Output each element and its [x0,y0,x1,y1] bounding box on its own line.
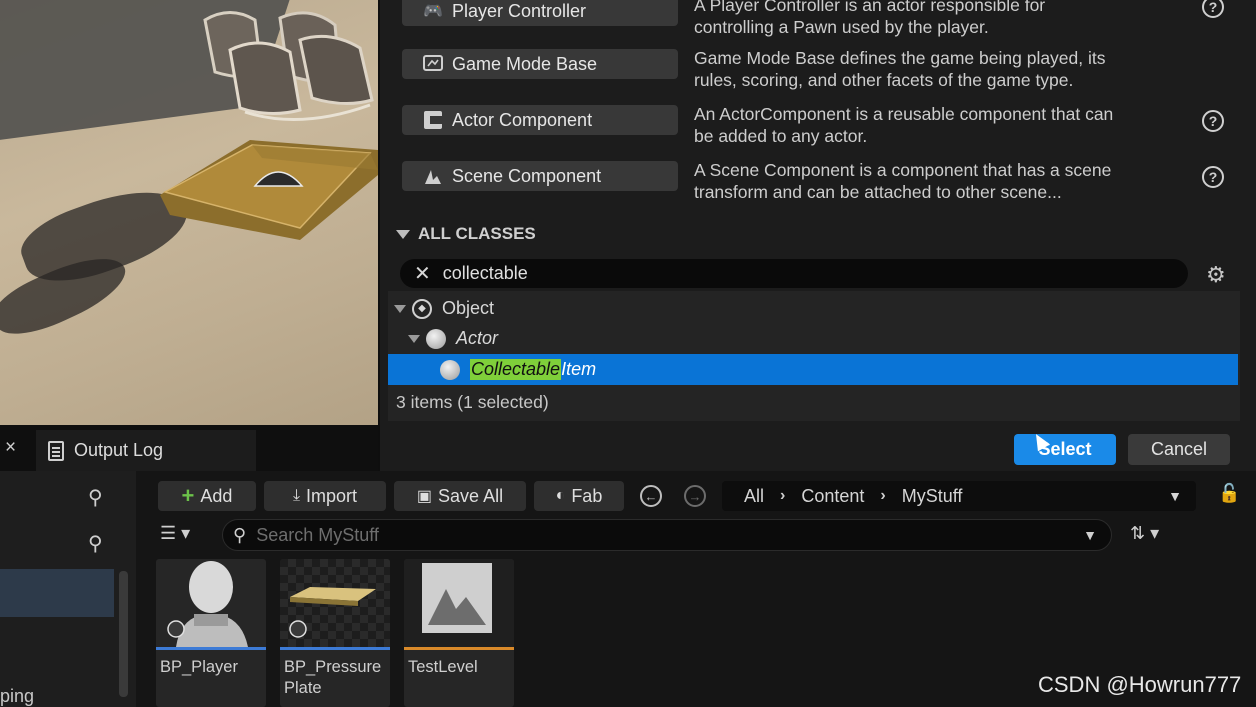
search-placeholder: Search MyStuff [256,524,379,545]
scene-component-icon [422,167,444,185]
clear-search-icon[interactable]: ✕ [414,261,431,286]
breadcrumb-item[interactable]: All [744,486,764,507]
component-icon [422,111,444,129]
tree-item-actor[interactable]: Actor [388,323,1238,354]
actor-class-icon [426,328,446,349]
plus-icon: + [181,483,195,508]
pressure-plate-mesh [160,140,378,240]
scrollbar[interactable] [119,571,128,697]
fab-button[interactable]: ◐ Fab [534,481,624,511]
sources-panel: ⚲ ⚲ ping [0,471,136,707]
search-match-highlight: Collectable [470,359,562,380]
common-class-row: Game Mode Base Game Mode Base defines th… [402,48,1252,99]
class-description: A Player Controller is an actor responsi… [694,0,1046,37]
bottom-tab-bar: × Output Log [0,425,378,471]
object-class-icon: ◆ [412,298,432,319]
tab-output-log[interactable]: Output Log [36,430,256,471]
cancel-button[interactable]: Cancel [1128,434,1230,465]
asset-name: BP_Player [160,658,238,676]
asset-tile[interactable]: TestLevel [404,559,514,707]
close-tab-icon[interactable]: × [5,437,16,459]
help-icon[interactable]: ? [1202,166,1224,188]
save-icon: ▣ [416,488,433,505]
back-arrow-icon[interactable]: ← [640,485,662,507]
sort-icon[interactable]: ⇅ ▾ [1130,523,1159,544]
add-button[interactable]: + Add [158,481,256,511]
select-button[interactable]: Select [1014,434,1116,465]
asset-thumbnail [280,559,390,647]
actor-class-icon [440,359,460,380]
game-mode-base-button[interactable]: Game Mode Base [402,49,678,79]
class-label: Player Controller [452,0,587,21]
player-controller-button[interactable]: 🎮 Player Controller [402,0,678,26]
gamepad-icon: 🎮 [423,3,443,20]
asset-tile[interactable]: BP_Player [156,559,266,707]
expand-arrow-icon[interactable] [394,304,406,313]
common-class-row: Actor Component An ActorComponent is a r… [402,104,1252,155]
all-classes-header[interactable]: ALL CLASSES [396,224,536,244]
chevron-right-icon: › [780,487,786,504]
save-all-button[interactable]: ▣ Save All [394,481,526,511]
filter-icon[interactable]: ☰ ▾ [160,523,190,544]
breadcrumb-item[interactable]: MyStuff [902,486,963,507]
asset-thumbnail [156,559,266,647]
common-class-row: 🎮 Player Controller A Player Controller … [402,0,1252,46]
search-value: collectable [442,263,528,283]
search-icon[interactable]: ⚲ [88,531,103,556]
scene-component-button[interactable]: Scene Component [402,161,678,191]
actor-component-button[interactable]: Actor Component [402,105,678,135]
class-label: Scene Component [452,165,602,186]
class-search-input[interactable]: ✕ collectable [400,259,1188,288]
import-button[interactable]: ⤓ Import [264,481,386,511]
chevron-right-icon: › [880,487,886,504]
import-icon: ⤓ [292,487,301,504]
class-label: Game Mode Base [452,53,598,74]
items-count-status: 3 items (1 selected) [396,392,549,412]
class-description: An ActorComponent is a reusable componen… [694,104,1114,146]
search-icon: ⚲ [233,524,247,545]
help-icon[interactable]: ? [1202,0,1224,18]
gear-icon[interactable]: ⚙ [1206,262,1226,288]
game-mode-icon [422,55,444,73]
tree-item-object[interactable]: ◆ Object [388,293,1238,324]
chair-mesh [203,11,374,122]
lock-icon[interactable]: 🔓 [1218,483,1240,504]
common-class-row: Scene Component A Scene Component is a c… [402,160,1252,211]
chevron-down-icon[interactable]: ▼ [1168,488,1182,504]
level-viewport[interactable] [0,0,378,425]
tree-item-collectable-item[interactable]: Collectable Item [388,354,1238,385]
search-icon[interactable]: ⚲ [88,485,103,510]
asset-name: TestLevel [408,658,478,676]
fab-icon: ◐ [555,487,566,504]
class-description: Game Mode Base defines the game being pl… [694,48,1106,90]
pick-parent-class-dialog: 🎮 Player Controller A Player Controller … [378,0,1256,482]
chevron-down-icon[interactable]: ▼ [1083,527,1097,543]
expand-arrow-icon[interactable] [408,334,420,343]
asset-name: BP_Pressure Plate [284,658,382,697]
watermark: CSDN @Howrun777 [1038,672,1242,697]
help-icon[interactable]: ? [1202,110,1224,132]
breadcrumb: All › Content › MyStuff ▼ [722,481,1196,511]
viewport-scene [160,11,378,240]
class-description: A Scene Component is a component that ha… [694,160,1112,202]
collapse-triangle-icon [396,229,410,239]
folder-label: ping [0,686,35,706]
log-icon [48,440,64,461]
breadcrumb-item[interactable]: Content [801,486,864,507]
selected-folder-row[interactable] [0,569,114,617]
asset-tile[interactable]: BP_Pressure Plate [280,559,390,707]
forward-arrow-icon[interactable]: → [684,485,706,507]
class-label: Actor Component [452,109,593,130]
asset-thumbnail [404,559,514,647]
content-search-input[interactable]: ⚲ Search MyStuff ▼ [222,519,1112,551]
